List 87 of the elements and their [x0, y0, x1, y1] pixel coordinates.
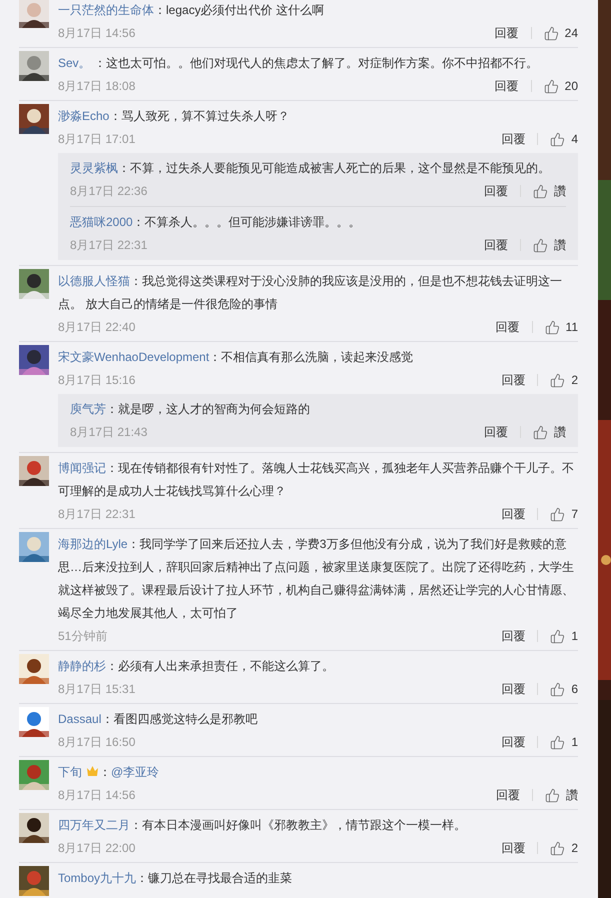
timestamp: 8月17日 22:40 [58, 319, 136, 336]
reply-link[interactable]: 回覆 [501, 680, 526, 698]
timestamp: 8月17日 22:31 [58, 506, 136, 523]
timestamp: 8月17日 14:56 [58, 787, 136, 804]
user-link[interactable]: Sev。 [58, 56, 91, 70]
like-icon[interactable] [550, 734, 566, 750]
comment-text: 宋文豪WenhaoDevelopment：不相信真有那么洗脑，读起来没感觉 [58, 349, 414, 366]
like-count: 6 [571, 681, 578, 698]
like-count: 4 [571, 131, 578, 148]
user-link[interactable]: 下旬 [58, 765, 82, 779]
timestamp: 8月17日 22:31 [70, 237, 148, 254]
reply-link[interactable]: 回覆 [484, 236, 508, 254]
comment-text: 静静的杉：必须有人出来承担责任，不能这么算了。 [58, 658, 335, 675]
like-count: 讚 [566, 787, 578, 804]
like-icon[interactable] [533, 238, 548, 252]
reply-link[interactable]: 回覆 [484, 423, 508, 441]
user-link[interactable]: 渺淼Echo [58, 109, 110, 123]
reply-link[interactable]: 回覆 [501, 627, 526, 645]
timestamp: 8月17日 17:01 [58, 131, 136, 148]
comment-text: Tomboy九十九：镰刀总在寻找最合适的韭菜 [58, 870, 294, 887]
user-link[interactable]: 庾气芳 [70, 402, 106, 416]
like-count: 20 [564, 78, 578, 95]
comment-text: Sev。 ：这也太可怕。。他们对现代人的焦虑太了解了。对症制作方案。你不中招都不行。 [58, 55, 540, 72]
comment-text: 以德服人怪猫：我总觉得这类课程对于没心没肺的我应该是没用的，但是也不想花钱去证明这一点。 放大自己的情绪是一件很危险的事情 [58, 273, 563, 313]
comment-text: 一只茫然的生命体：legacy必须付出代价 这什么啊 [58, 2, 326, 19]
user-link[interactable]: 恶猫咪2000 [70, 215, 133, 229]
like-count: 1 [571, 734, 578, 751]
like-count: 2 [571, 372, 578, 389]
user-link[interactable]: 博闻强记 [58, 461, 106, 475]
reply-link[interactable]: 回覆 [501, 839, 526, 857]
like-icon[interactable] [550, 506, 566, 522]
reply-link[interactable]: 回覆 [501, 733, 526, 751]
comment-text: 博闻强记：现在传销都很有针对性了。落魄人士花钱买高兴，孤独老年人买营养品赚个干儿子。不可理解的是成功人士花钱找骂算什么心理？ [58, 460, 575, 500]
like-icon[interactable] [550, 840, 566, 856]
timestamp: 8月17日 21:43 [70, 424, 148, 441]
timestamp: 51分钟前 [58, 628, 108, 645]
timestamp: 8月17日 22:36 [70, 183, 148, 200]
comment-text: 庾气芳：就是啰，这人才的智商为何会短路的 [70, 401, 311, 418]
user-link[interactable]: Dassaul [58, 712, 102, 726]
reply-link[interactable]: 回覆 [501, 371, 526, 389]
user-link[interactable]: 海那边的Lyle [58, 537, 128, 551]
like-count: 讚 [554, 424, 566, 441]
user-link[interactable]: 灵灵紫枫 [70, 161, 118, 175]
like-icon[interactable] [544, 78, 559, 94]
comment-text: 恶猫咪2000：不算杀人。。。但可能涉嫌诽谤罪。。。 [70, 214, 362, 231]
reply-link[interactable]: 回覆 [501, 130, 526, 148]
user-link[interactable]: 一只茫然的生命体 [58, 3, 154, 17]
reply-link[interactable]: 回覆 [501, 505, 526, 523]
timestamp: 8月17日 22:00 [58, 840, 136, 857]
like-count: 24 [564, 25, 578, 42]
comment-text: 渺淼Echo：骂人致死，算不算过失杀人呀？ [58, 108, 290, 125]
like-icon[interactable] [550, 682, 566, 696]
mention-link[interactable]: @李亚玲 [111, 765, 160, 779]
like-icon[interactable] [550, 372, 566, 388]
timestamp: 8月17日 18:08 [58, 78, 136, 95]
comment-text: 下旬 ：@李亚玲 [58, 764, 160, 781]
like-icon[interactable] [550, 132, 566, 146]
user-link[interactable]: 宋文豪WenhaoDevelopment [58, 350, 210, 364]
user-link[interactable]: 以德服人怪猫 [58, 274, 130, 288]
user-link[interactable]: 静静的杉 [58, 659, 106, 673]
like-count: 7 [571, 506, 578, 523]
comment-text: 海那边的Lyle：我同学学了回来后还拉人去，学费3万多但他没有分成，说为了我们好是救赎的意思…后来没拉到人，辞职回家后精神出了点问题，被家里送康复医院了。出院了还得吃药，大学生就这样被毁了。课程最后设计了拉人环节，机构自己赚得盆满钵满，居然还让学完的人心甘情愿、竭尽全力地发展其他人，太可怕了 [58, 536, 575, 622]
user-link[interactable]: 四万年又二月 [58, 818, 130, 832]
user-link[interactable]: Tomboy九十九 [58, 871, 136, 885]
comment-text: 四万年又二月：有本日本漫画叫好像叫《邪教教主》，情节跟这个一模一样。 [58, 817, 467, 834]
timestamp: 8月17日 14:56 [58, 25, 136, 42]
like-icon[interactable] [545, 788, 560, 802]
like-icon[interactable] [533, 424, 548, 440]
comment-text: 灵灵紫枫：不算，过失杀人要能预见可能造成被害人死亡的后果，这个显然是不能预见的。 [70, 160, 551, 177]
timestamp: 8月17日 15:16 [58, 372, 136, 389]
like-count: 2 [571, 840, 578, 857]
like-icon[interactable] [544, 320, 560, 334]
like-count: 讚 [554, 183, 566, 200]
like-count: 1 [571, 628, 578, 645]
like-count: 讚 [554, 237, 566, 254]
timestamp: 8月17日 15:31 [58, 681, 136, 698]
reply-link[interactable]: 回覆 [496, 786, 520, 804]
like-count: 11 [566, 319, 578, 336]
timestamp: 8月17日 16:50 [58, 734, 136, 751]
like-icon[interactable] [550, 628, 566, 644]
like-icon[interactable] [544, 26, 559, 40]
reply-link[interactable]: 回覆 [496, 318, 520, 336]
reply-link[interactable]: 回覆 [494, 24, 519, 42]
like-icon[interactable] [533, 184, 548, 198]
reply-link[interactable]: 回覆 [484, 182, 508, 200]
reply-link[interactable]: 回覆 [494, 77, 519, 95]
comment-text: Dassaul：看图四感觉这特么是邪教吧 [58, 711, 258, 728]
